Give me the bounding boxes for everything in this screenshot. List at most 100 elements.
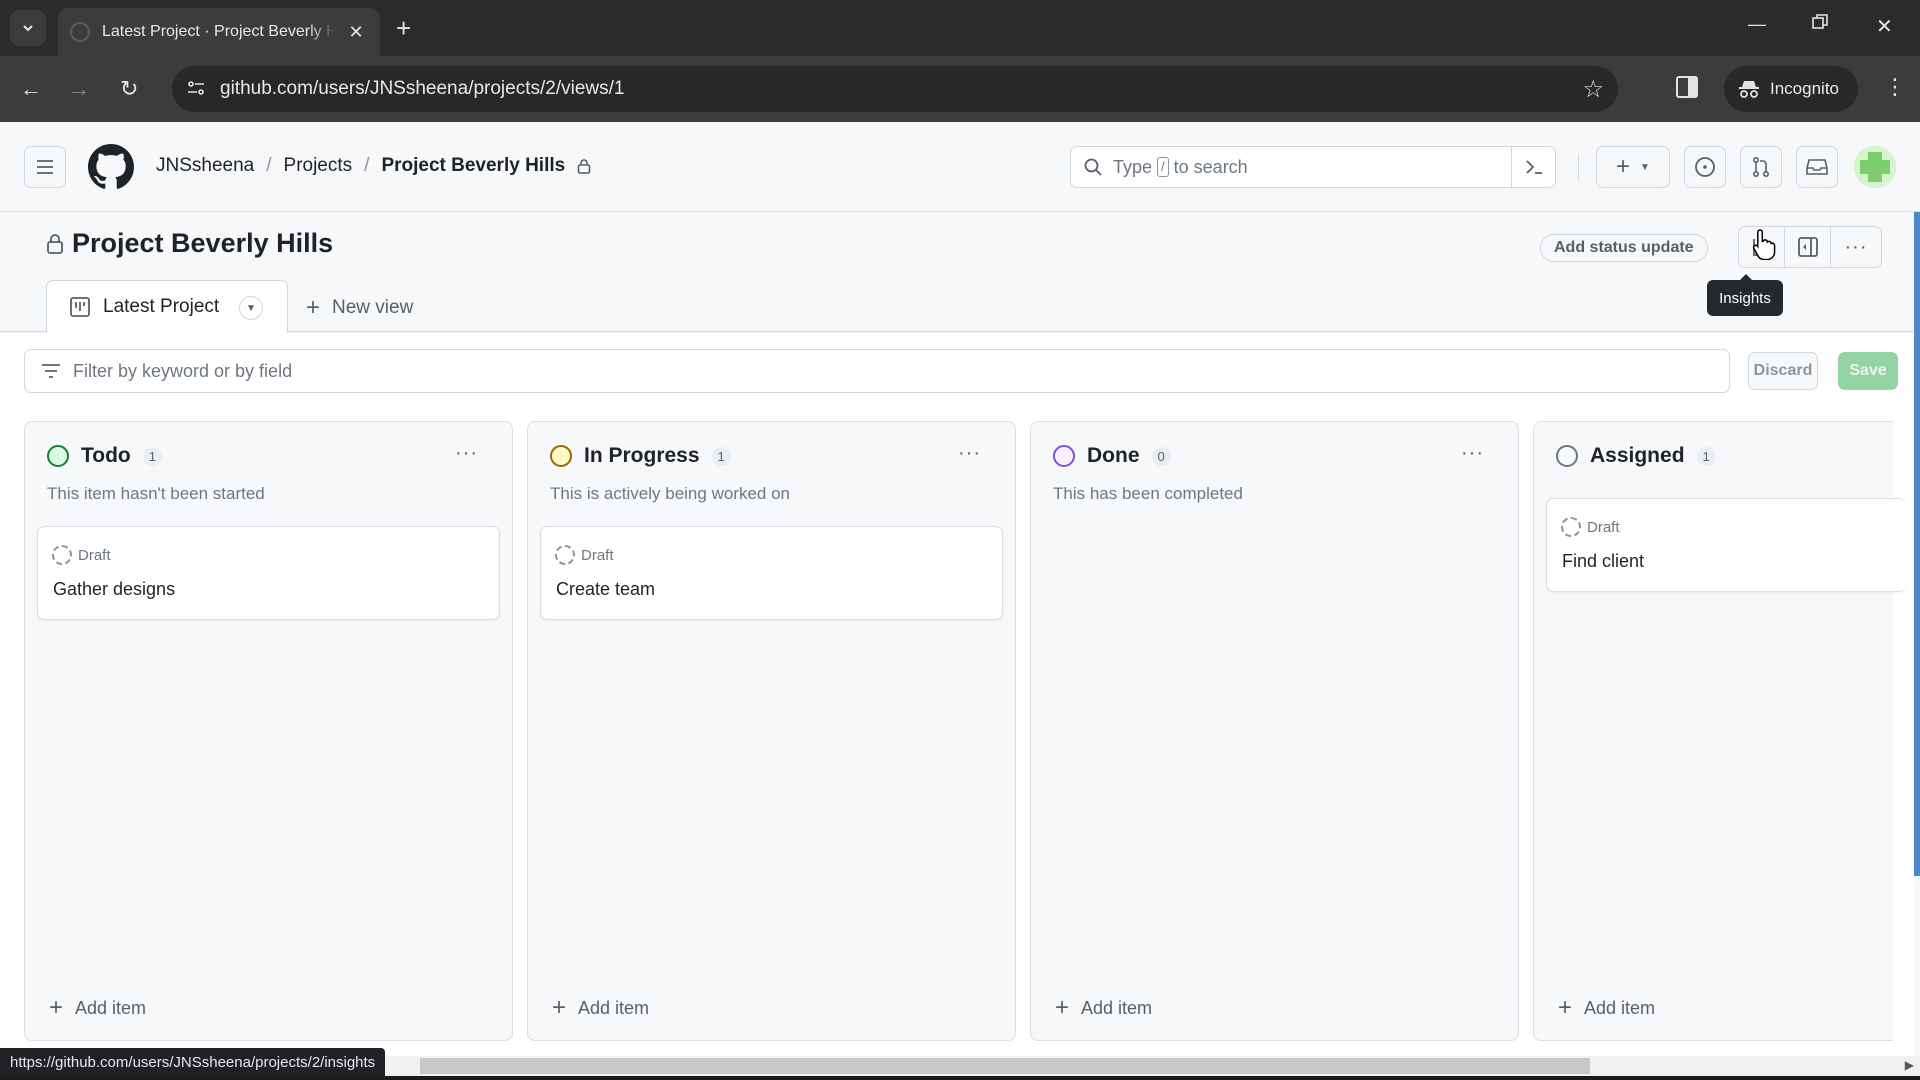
add-item-label: Add item [1081,997,1153,1018]
card-status: Draft [1561,517,1620,537]
command-palette-icon[interactable] [1511,147,1555,187]
tab-latest-project[interactable]: Latest Project ▼ [46,280,288,333]
browser-toolbar: ← → ↻ github.com/users/JNSsheena/project… [0,56,1920,122]
bookmark-star-icon[interactable]: ☆ [1582,75,1604,104]
search-placeholder-prefix: Type [1113,156,1153,177]
filter-icon [41,363,61,379]
add-item-button[interactable]: + Add item [1558,994,1655,1022]
new-view-button[interactable]: + New view [306,294,413,322]
card-title[interactable]: Create team [556,579,655,600]
column-menu-icon[interactable]: ··· [1461,442,1484,465]
view-tabs: Latest Project ▼ + New view [0,280,1914,333]
plus-icon: + [1616,153,1631,180]
url-text[interactable]: github.com/users/JNSsheena/projects/2/vi… [220,78,624,100]
project-title-row: Project Beverly Hills [46,228,333,259]
column-count: 1 [1696,446,1716,466]
plus-icon: + [49,994,64,1021]
breadcrumb-projects[interactable]: Projects [284,155,353,177]
view-options-caret-icon[interactable]: ▼ [239,296,263,320]
search-input[interactable]: Type / to search [1070,146,1556,188]
user-avatar[interactable] [1854,146,1896,188]
reload-icon[interactable]: ↻ [120,76,138,102]
add-item-label: Add item [578,997,650,1018]
draft-issue-icon [52,545,72,565]
filter-input[interactable]: Filter by keyword or by field [24,349,1730,393]
project-content: Filter by keyword or by field Discard Sa… [0,333,1914,1063]
card-title[interactable]: Gather designs [53,579,175,600]
new-view-label: New view [332,297,414,318]
column-menu-icon[interactable]: ··· [958,442,981,465]
vertical-scrollbar[interactable] [1914,212,1920,876]
column-count: 1 [711,446,731,466]
create-new-button[interactable]: + ▼ [1596,146,1670,188]
column-description: This has been completed [1053,484,1243,503]
add-status-update-button[interactable]: Add status update [1540,234,1708,262]
add-item-button[interactable]: + Add item [1055,994,1152,1022]
horizontal-scrollbar-thumb[interactable] [420,1058,1590,1074]
browser-menu-icon[interactable]: ⋮ [1884,74,1906,100]
issues-button[interactable] [1684,146,1726,188]
column-name: In Progress [584,444,700,467]
board-view-icon [69,296,91,318]
search-placeholder-suffix: to search [1173,156,1248,177]
discard-button[interactable]: Discard [1748,352,1818,390]
incognito-badge[interactable]: Incognito [1724,66,1858,112]
card-status-label: Draft [78,546,111,564]
site-settings-icon[interactable] [186,78,206,98]
card-status-label: Draft [1587,518,1620,536]
plus-icon: + [306,294,321,321]
add-item-button[interactable]: + Add item [49,994,146,1022]
board-card[interactable]: Draft Gather designs [37,526,500,620]
status-circle-icon [550,445,572,467]
pull-requests-button[interactable] [1740,146,1782,188]
board-column-in-progress: In Progress 1 ··· This is actively being… [527,421,1016,1041]
save-button[interactable]: Save [1838,352,1898,390]
restore-icon[interactable] [1812,14,1828,30]
project-more-button[interactable]: ··· [1831,227,1881,267]
card-status: Draft [52,545,111,565]
forward-arrow-icon[interactable]: → [68,76,90,102]
add-item-button[interactable]: + Add item [552,994,649,1022]
tab-search-button[interactable] [10,10,46,46]
breadcrumb-owner[interactable]: JNSsheena [156,155,254,177]
breadcrumb-current-project[interactable]: Project Beverly Hills [381,155,565,177]
hamburger-icon [36,160,54,174]
draft-issue-icon [1561,517,1581,537]
new-tab-button[interactable]: + [396,14,411,42]
github-logo-icon[interactable] [88,144,134,190]
column-menu-icon[interactable]: ··· [455,442,478,465]
scroll-right-arrow-icon[interactable]: ▶ [1905,1058,1914,1072]
board-card[interactable]: Draft Create team [540,526,1003,620]
search-shortcut-key: / [1157,157,1169,177]
search-icon [1083,157,1103,177]
board-column-done: Done 0 ··· This has been completed + Add… [1030,421,1519,1041]
minimize-icon[interactable]: — [1748,14,1766,35]
column-count: 0 [1151,446,1171,466]
hand-pointer-cursor-icon [1752,228,1778,260]
breadcrumb: JNSsheena / Projects / Project Beverly H… [156,155,591,177]
card-title[interactable]: Find client [1562,551,1644,572]
kebab-horizontal-icon: ··· [1844,235,1868,258]
triangle-down-icon: ▼ [1640,161,1650,173]
issue-opened-icon [1694,156,1716,178]
github-header: JNSsheena / Projects / Project Beverly H… [0,122,1920,212]
board-card[interactable]: Draft Find client [1546,498,1906,592]
page-title: Project Beverly Hills [72,228,334,258]
address-bar[interactable]: github.com/users/JNSsheena/projects/2/vi… [172,66,1618,112]
add-item-label: Add item [75,997,147,1018]
column-description: This is actively being worked on [550,484,791,503]
side-panel-icon[interactable] [1676,76,1698,98]
inbox-button[interactable] [1796,146,1838,188]
lock-icon [577,158,591,174]
project-details-button[interactable] [1785,227,1831,267]
browser-tab-active[interactable]: Latest Project · Project Beverly Hills ✕ [58,8,380,56]
close-tab-icon[interactable]: ✕ [344,22,368,43]
close-window-icon[interactable]: ✕ [1876,14,1893,39]
board: Todo 1 ··· This item hasn't been started… [24,421,1906,1041]
breadcrumb-separator: / [364,155,370,176]
plus-icon: + [1558,994,1573,1021]
menu-button[interactable] [24,146,66,188]
draft-issue-icon [555,545,575,565]
back-arrow-icon[interactable]: ← [20,76,42,102]
link-status-url: https://github.com/users/JNSsheena/proje… [0,1048,386,1076]
